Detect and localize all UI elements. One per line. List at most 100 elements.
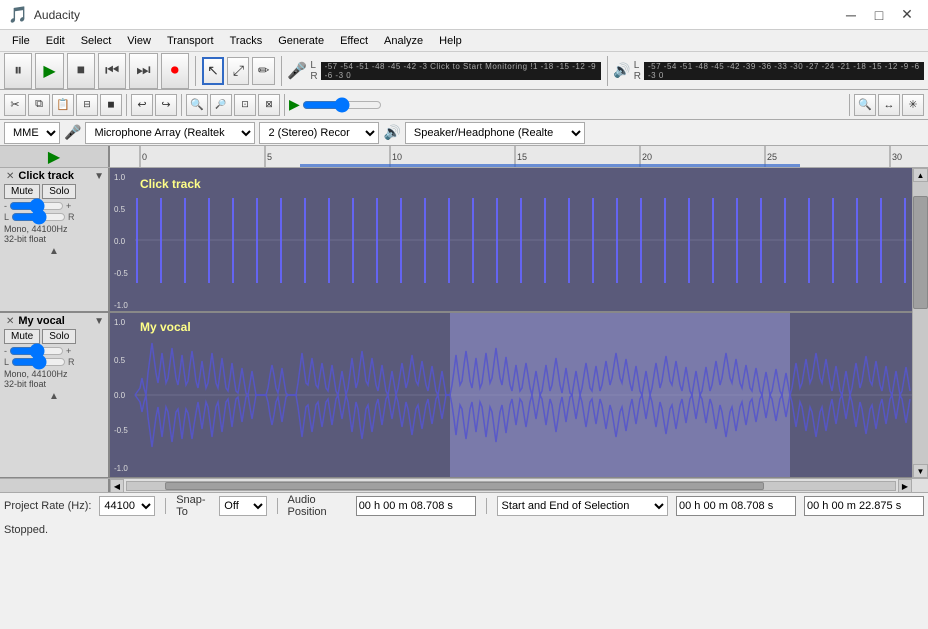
- menu-file[interactable]: File: [4, 33, 38, 49]
- zoom-tool-button[interactable]: 🔍: [854, 94, 876, 116]
- click-track-collapse[interactable]: ▼: [94, 171, 104, 182]
- svg-text:-0.5: -0.5: [114, 426, 128, 435]
- multi-tool-button[interactable]: ✳: [902, 94, 924, 116]
- vocal-solo-button[interactable]: Solo: [42, 329, 76, 344]
- svg-text:0: 0: [142, 152, 147, 162]
- scroll-down-button[interactable]: ▼: [913, 464, 928, 478]
- copy-button[interactable]: ⧉: [28, 94, 50, 116]
- select-tool-button[interactable]: ↖: [202, 57, 225, 85]
- click-mute-button[interactable]: Mute: [4, 184, 40, 199]
- vocal-track-close[interactable]: ✕: [4, 316, 16, 327]
- menu-help[interactable]: Help: [431, 33, 470, 49]
- speaker-select[interactable]: Speaker/Headphone (Realte: [405, 122, 585, 144]
- svg-text:10: 10: [392, 152, 402, 162]
- paste-button[interactable]: 📋: [52, 94, 74, 116]
- separator-edit: [126, 94, 127, 116]
- vocal-mute-button[interactable]: Mute: [4, 329, 40, 344]
- statusbar-status: Stopped.: [0, 519, 928, 540]
- maximize-button[interactable]: □: [866, 4, 892, 26]
- selection-end-input[interactable]: [804, 496, 924, 516]
- play-button[interactable]: ▶: [35, 53, 63, 89]
- zoom-out-button[interactable]: 🔎: [210, 94, 232, 116]
- scroll-right-button[interactable]: ▶: [898, 479, 912, 493]
- click-gain-max: +: [66, 201, 71, 211]
- vocal-waveform-svg: 1.0 0.5 0.0 -0.5 -1.0 My voca: [110, 313, 912, 477]
- silence-button[interactable]: ◼: [100, 94, 122, 116]
- audio-position-input[interactable]: [356, 496, 476, 516]
- click-solo-button[interactable]: Solo: [42, 184, 76, 199]
- channels-select[interactable]: 2 (Stereo) Recor: [259, 122, 379, 144]
- stop-button[interactable]: ⏹: [67, 53, 95, 89]
- menu-transport[interactable]: Transport: [159, 33, 222, 49]
- edit-toolbar: ✂ ⧉ 📋 ⊟ ◼ ↩ ↪ 🔍 🔎 ⊡ ⊠ ▶ 🔍 ↔ ✳: [0, 90, 928, 120]
- vocal-track-name: My vocal: [16, 315, 94, 327]
- scroll-left-button[interactable]: ◀: [110, 479, 124, 493]
- click-pan-slider[interactable]: [11, 212, 66, 222]
- envelope-tool-button[interactable]: ⤢: [227, 57, 249, 85]
- svg-text:-0.5: -0.5: [114, 269, 128, 278]
- scroll-thumb-h[interactable]: [165, 482, 764, 490]
- playback-meter[interactable]: -57 -54 -51 -48 -45 -42 -39 -36 -33 -30 …: [644, 62, 924, 80]
- draw-tool-button[interactable]: ✏: [252, 57, 274, 85]
- menu-tracks[interactable]: Tracks: [222, 33, 271, 49]
- vocal-gain-max: +: [66, 346, 71, 356]
- svg-text:0.0: 0.0: [114, 391, 126, 400]
- click-track: ✕ Click track ▼ Mute Solo - + L R: [0, 168, 912, 313]
- mic-device-icon: 🎤: [64, 124, 81, 141]
- host-select[interactable]: MME: [4, 122, 60, 144]
- vocal-track-waveform[interactable]: 1.0 0.5 0.0 -0.5 -1.0 My voca: [110, 313, 912, 477]
- scroll-thumb-v[interactable]: [913, 196, 928, 309]
- svg-text:Click track: Click track: [140, 177, 201, 191]
- skip-back-button[interactable]: ⏮: [98, 53, 126, 89]
- timeshift-tool-button[interactable]: ↔: [878, 94, 900, 116]
- minimize-button[interactable]: ─: [838, 4, 864, 26]
- snap-to-select[interactable]: Off: [219, 496, 266, 516]
- zoom-in-button[interactable]: 🔍: [186, 94, 208, 116]
- svg-text:0.0: 0.0: [114, 237, 126, 246]
- undo-button[interactable]: ↩: [131, 94, 153, 116]
- speaker-lr-label: LR: [634, 60, 641, 82]
- scroll-up-button[interactable]: ▲: [913, 168, 928, 182]
- selection-start-input[interactable]: [676, 496, 796, 516]
- vocal-pan-slider[interactable]: [11, 357, 66, 367]
- play-at-speed-icon: ▶: [289, 96, 300, 113]
- close-button[interactable]: ✕: [894, 4, 920, 26]
- statusbar: Project Rate (Hz): 44100 Snap-To Off Aud…: [0, 492, 928, 540]
- click-track-close[interactable]: ✕: [4, 171, 16, 182]
- vocal-track-collapse[interactable]: ▼: [94, 316, 104, 327]
- skip-forward-button[interactable]: ⏭: [129, 53, 157, 89]
- vocal-track-arrow[interactable]: ▲: [4, 391, 104, 402]
- record-button[interactable]: ⏺: [161, 53, 189, 89]
- selection-mode-select[interactable]: Start and End of Selection Start and Len…: [497, 496, 668, 516]
- menu-view[interactable]: View: [119, 33, 159, 49]
- click-track-waveform[interactable]: 1.0 0.5 0.0 -0.5 -1.0: [110, 168, 912, 311]
- menu-analyze[interactable]: Analyze: [376, 33, 431, 49]
- vocal-track-controls: ✕ My vocal ▼ Mute Solo - + L R: [0, 313, 110, 477]
- zoom-fit-button[interactable]: ⊡: [234, 94, 256, 116]
- pause-button[interactable]: ⏸: [4, 53, 32, 89]
- click-track-header: ✕ Click track ▼: [4, 170, 104, 182]
- menu-effect[interactable]: Effect: [332, 33, 376, 49]
- mic-select[interactable]: Microphone Array (Realtek: [85, 122, 255, 144]
- menu-edit[interactable]: Edit: [38, 33, 73, 49]
- mic-icon: 🎤: [287, 61, 307, 81]
- trim-button[interactable]: ⊟: [76, 94, 98, 116]
- zoom-sel-button[interactable]: ⊠: [258, 94, 280, 116]
- redo-button[interactable]: ↪: [155, 94, 177, 116]
- vocal-pan-left: L: [4, 357, 9, 367]
- record-meter[interactable]: -57 -54 -51 -48 -45 -42 -3 Click to Star…: [321, 62, 601, 80]
- menu-generate[interactable]: Generate: [270, 33, 332, 49]
- click-track-arrow[interactable]: ▲: [4, 246, 104, 257]
- playback-meter-text: -57 -54 -51 -48 -45 -42 -39 -36 -33 -30 …: [648, 62, 920, 80]
- cut-button[interactable]: ✂: [4, 94, 26, 116]
- click-track-name: Click track: [16, 170, 94, 182]
- svg-text:20: 20: [642, 152, 652, 162]
- record-meter-text: -57 -54 -51 -48 -45 -42 -3 Click to Star…: [325, 62, 597, 80]
- speed-slider[interactable]: [302, 99, 382, 111]
- svg-text:1.0: 1.0: [114, 173, 126, 182]
- click-track-buttons: Mute Solo: [4, 184, 104, 199]
- green-arrow-icon[interactable]: ▶: [48, 147, 60, 167]
- click-pan-right: R: [68, 212, 75, 222]
- menu-select[interactable]: Select: [73, 33, 120, 49]
- project-rate-select[interactable]: 44100: [99, 496, 155, 516]
